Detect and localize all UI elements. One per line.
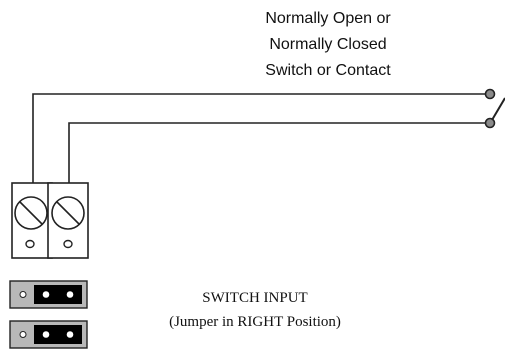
switch-caption-line-3: Switch or Contact — [265, 62, 391, 79]
jumper-pin — [42, 331, 50, 338]
switch-blade — [491, 97, 505, 121]
jumper-pin — [42, 291, 50, 298]
switch-caption-line-2: Normally Closed — [269, 36, 387, 53]
jumper-cap — [34, 325, 82, 344]
switch-caption-line-1: Normally Open or — [265, 10, 391, 27]
terminal-hole-right — [63, 239, 73, 249]
jumper-cap — [34, 285, 82, 304]
wiring-diagram: Normally Open or Normally Closed Switch … — [0, 0, 505, 358]
switch-contact — [484, 88, 505, 129]
terminal-screw-right — [51, 196, 85, 230]
terminal-block — [11, 182, 89, 259]
terminal-screw-left — [14, 196, 48, 230]
switch-input-title: SWITCH INPUT — [202, 290, 308, 306]
jumper-pin-open — [19, 291, 27, 298]
switch-caption: Normally Open or Normally Closed Switch … — [218, 6, 438, 84]
wire-right — [68, 122, 489, 183]
jumper-pin — [66, 291, 74, 298]
jumper-header-top — [9, 280, 88, 309]
contact-top-terminal — [484, 88, 496, 100]
switch-input-caption: SWITCH INPUT (Jumper in RIGHT Position) — [130, 286, 380, 334]
wire-left — [32, 93, 489, 183]
jumper-header-bottom — [9, 320, 88, 349]
jumper-pin — [66, 331, 74, 338]
jumper-pin-open — [19, 331, 27, 338]
terminal-hole-left — [25, 239, 35, 249]
jumper-position-note: (Jumper in RIGHT Position) — [169, 314, 341, 330]
